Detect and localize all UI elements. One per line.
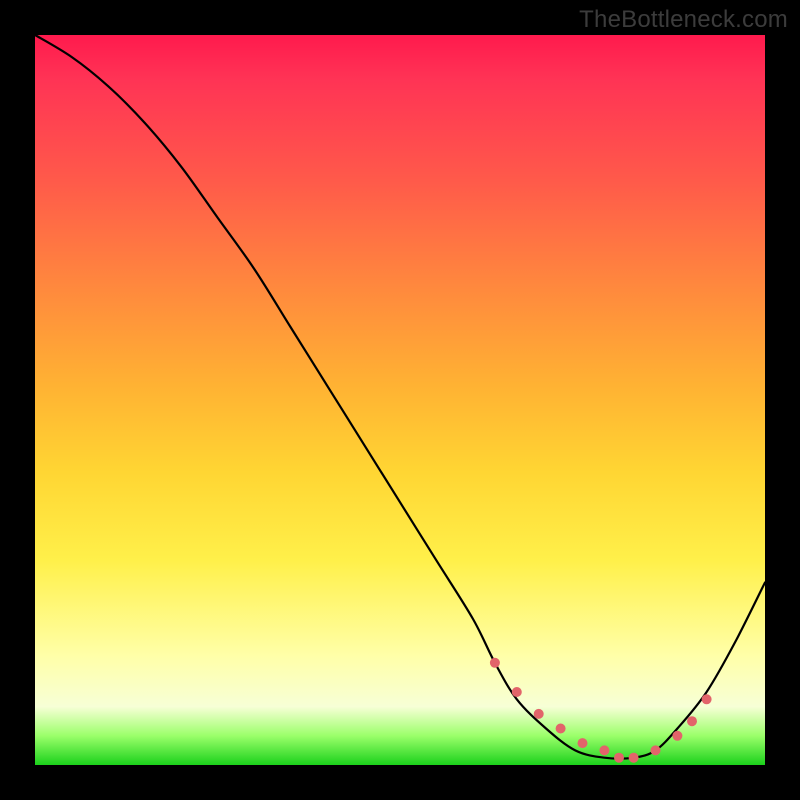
highlight-dots <box>490 658 712 763</box>
highlight-dot <box>556 724 566 734</box>
chart-svg <box>35 35 765 765</box>
highlight-dot <box>512 687 522 697</box>
highlight-dot <box>629 753 639 763</box>
highlight-dot <box>578 738 588 748</box>
highlight-dot <box>672 731 682 741</box>
watermark-text: TheBottleneck.com <box>579 6 788 34</box>
plot-area <box>35 35 765 765</box>
highlight-dot <box>599 745 609 755</box>
highlight-dot <box>702 694 712 704</box>
highlight-dot <box>614 753 624 763</box>
chart-frame: TheBottleneck.com <box>0 0 800 800</box>
highlight-dot <box>490 658 500 668</box>
highlight-dot <box>651 745 661 755</box>
bottleneck-curve <box>35 35 765 759</box>
highlight-dot <box>534 709 544 719</box>
highlight-dot <box>687 716 697 726</box>
